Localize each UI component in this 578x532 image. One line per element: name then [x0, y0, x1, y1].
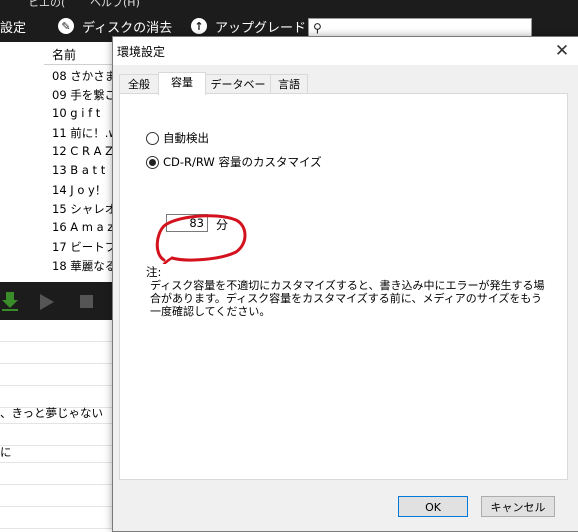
settings-button[interactable]: 設定 — [0, 15, 26, 37]
list-item[interactable]: 16 A m a z — [52, 220, 113, 239]
note-label: 注: — [146, 265, 162, 279]
list-item[interactable]: 14 J o y！ — [52, 182, 106, 201]
list-item[interactable]: 12 C R A Z — [52, 144, 113, 163]
lyrics-list: 、きっと夢じゃない に — [0, 320, 114, 530]
upgrade-button[interactable]: ↑ アップグレード — [191, 15, 306, 37]
left-panel — [0, 42, 45, 282]
upgrade-label: アップグレード — [215, 20, 307, 36]
tab-capacity[interactable]: 容量 — [158, 72, 206, 95]
tab-general[interactable]: 全般 — [119, 74, 159, 94]
list-item[interactable]: 13 B a t t — [52, 163, 105, 182]
custom-capacity-label: CD-R/RW 容量のカスタマイズ — [163, 155, 322, 169]
list-item[interactable]: 15 シャレオツ — [52, 201, 114, 220]
tab-database[interactable]: データベース — [205, 74, 271, 110]
search-input[interactable]: ⚲ — [308, 18, 532, 38]
list-item[interactable]: 08 さかさまの — [52, 68, 114, 87]
play-icon[interactable] — [40, 294, 54, 310]
menu-fragment-left[interactable]: ヒエの( — [28, 0, 65, 9]
column-header-name[interactable]: 名前 — [44, 42, 114, 65]
list-item[interactable]: 10 g i f t — [52, 106, 100, 125]
list-item[interactable] — [0, 463, 114, 485]
capacity-tab-panel: 自動検出 CD-R/RW 容量のカスタマイズ 83 分 注: ディスク容量を不適… — [119, 93, 568, 480]
menu-bar: ヒエの( ヘルプ(H) — [0, 0, 578, 9]
auto-detect-radio[interactable] — [146, 131, 159, 145]
clear-disc-button[interactable]: ✎ ディスクの消去 — [58, 15, 172, 37]
cancel-button[interactable]: キャンセル — [481, 496, 555, 517]
disc-erase-icon: ✎ — [58, 18, 74, 34]
track-list: 名前 08 さかさまの 09 手を繋ご 10 g i f t 11 前に！.w … — [44, 42, 114, 282]
player-controls-icons — [2, 292, 93, 311]
ok-button[interactable]: OK — [398, 496, 468, 517]
custom-capacity-option[interactable]: CD-R/RW 容量のカスタマイズ — [146, 154, 322, 170]
list-item[interactable] — [0, 507, 114, 529]
red-annotation-circle — [155, 214, 247, 264]
list-item[interactable]: 17 ビートフル — [52, 239, 114, 258]
search-icon: ⚲ — [313, 21, 322, 35]
list-item[interactable] — [0, 485, 114, 507]
list-item[interactable]: に — [0, 441, 114, 463]
list-item[interactable]: 18 華麗なる — [52, 258, 114, 277]
list-item[interactable] — [0, 364, 114, 386]
auto-detect-option[interactable]: 自動検出 — [146, 130, 209, 146]
list-item[interactable] — [0, 342, 114, 364]
column-header-label: 名前 — [52, 48, 77, 62]
dialog-titlebar[interactable]: 環境設定 ✕ — [113, 37, 578, 65]
note-text: ディスク容量を不適切にカスタマイズすると、書き込み中にエラーが発生する場合があり… — [150, 279, 545, 318]
list-item[interactable]: 09 手を繋ご — [52, 87, 114, 106]
settings-label: 設定 — [0, 20, 27, 36]
list-item[interactable]: 11 前に！.w — [52, 125, 114, 144]
clear-disc-label: ディスクの消去 — [82, 20, 173, 36]
upgrade-arrow-icon: ↑ — [191, 18, 207, 34]
download-icon[interactable] — [2, 292, 18, 311]
preferences-dialog: 環境設定 ✕ 全般 容量 データベース 言語 自動検出 CD-R/RW 容量のカ… — [112, 36, 578, 532]
auto-detect-label: 自動検出 — [163, 131, 209, 145]
custom-capacity-radio[interactable] — [146, 155, 159, 169]
stop-icon[interactable] — [80, 295, 93, 308]
dialog-title: 環境設定 — [117, 45, 166, 59]
menu-help[interactable]: ヘルプ(H) — [90, 0, 140, 9]
list-item[interactable]: 、きっと夢じゃない — [0, 402, 114, 424]
tab-language[interactable]: 言語 — [270, 74, 308, 94]
close-icon[interactable]: ✕ — [551, 40, 573, 62]
list-item[interactable] — [0, 320, 114, 342]
